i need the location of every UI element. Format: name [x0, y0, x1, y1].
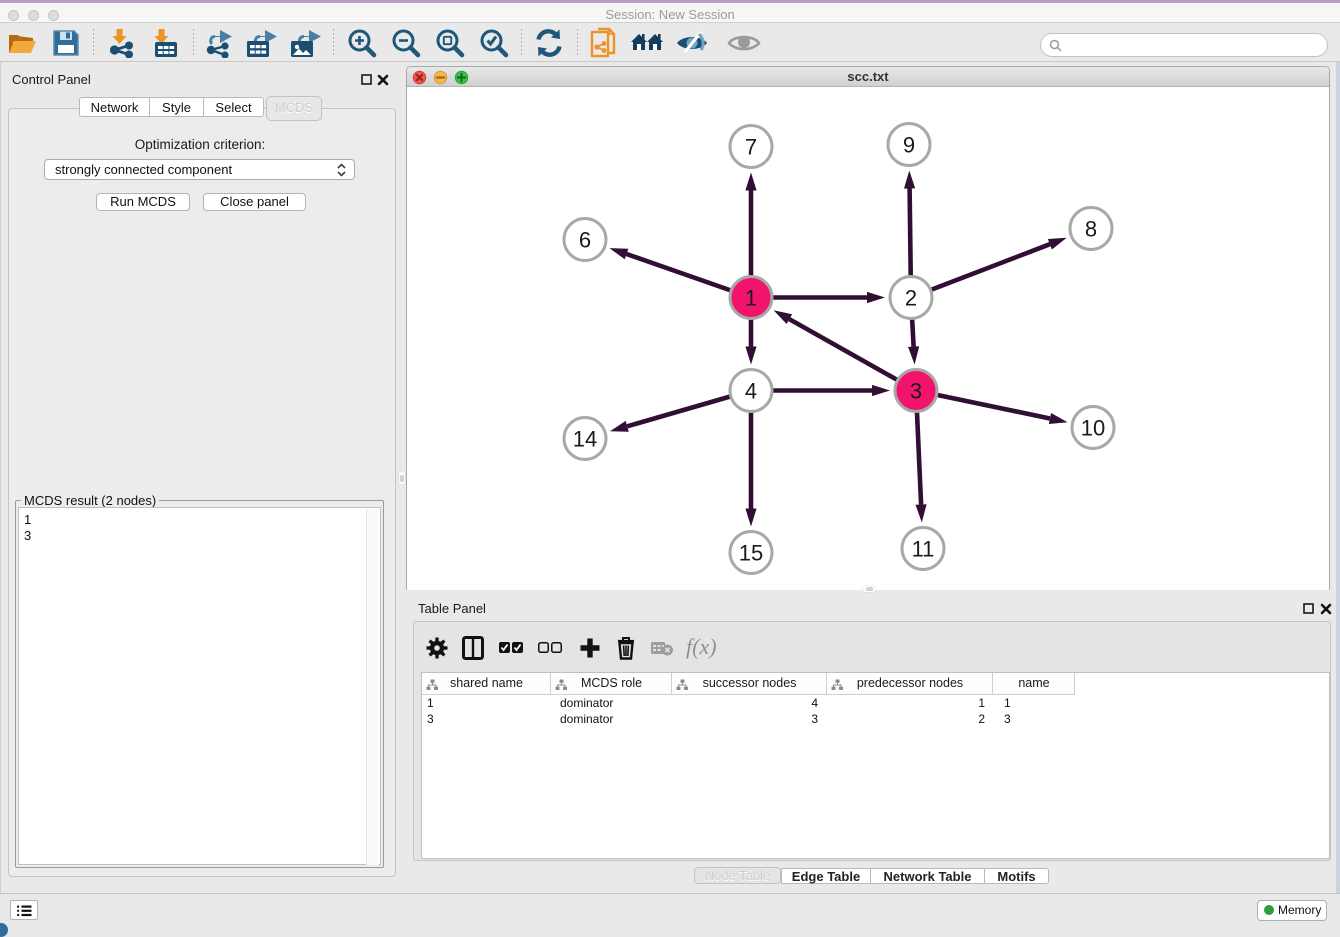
svg-text:6: 6 — [579, 228, 591, 253]
svg-text:7: 7 — [745, 135, 757, 160]
svg-text:2: 2 — [905, 286, 917, 311]
svg-text:14: 14 — [573, 427, 597, 452]
svg-text:4: 4 — [745, 379, 757, 404]
svg-text:1: 1 — [745, 286, 757, 311]
svg-text:3: 3 — [910, 379, 922, 404]
svg-text:10: 10 — [1081, 416, 1105, 441]
svg-text:9: 9 — [903, 133, 915, 158]
svg-text:11: 11 — [912, 537, 935, 562]
svg-text:15: 15 — [739, 541, 763, 566]
svg-text:8: 8 — [1085, 217, 1097, 242]
